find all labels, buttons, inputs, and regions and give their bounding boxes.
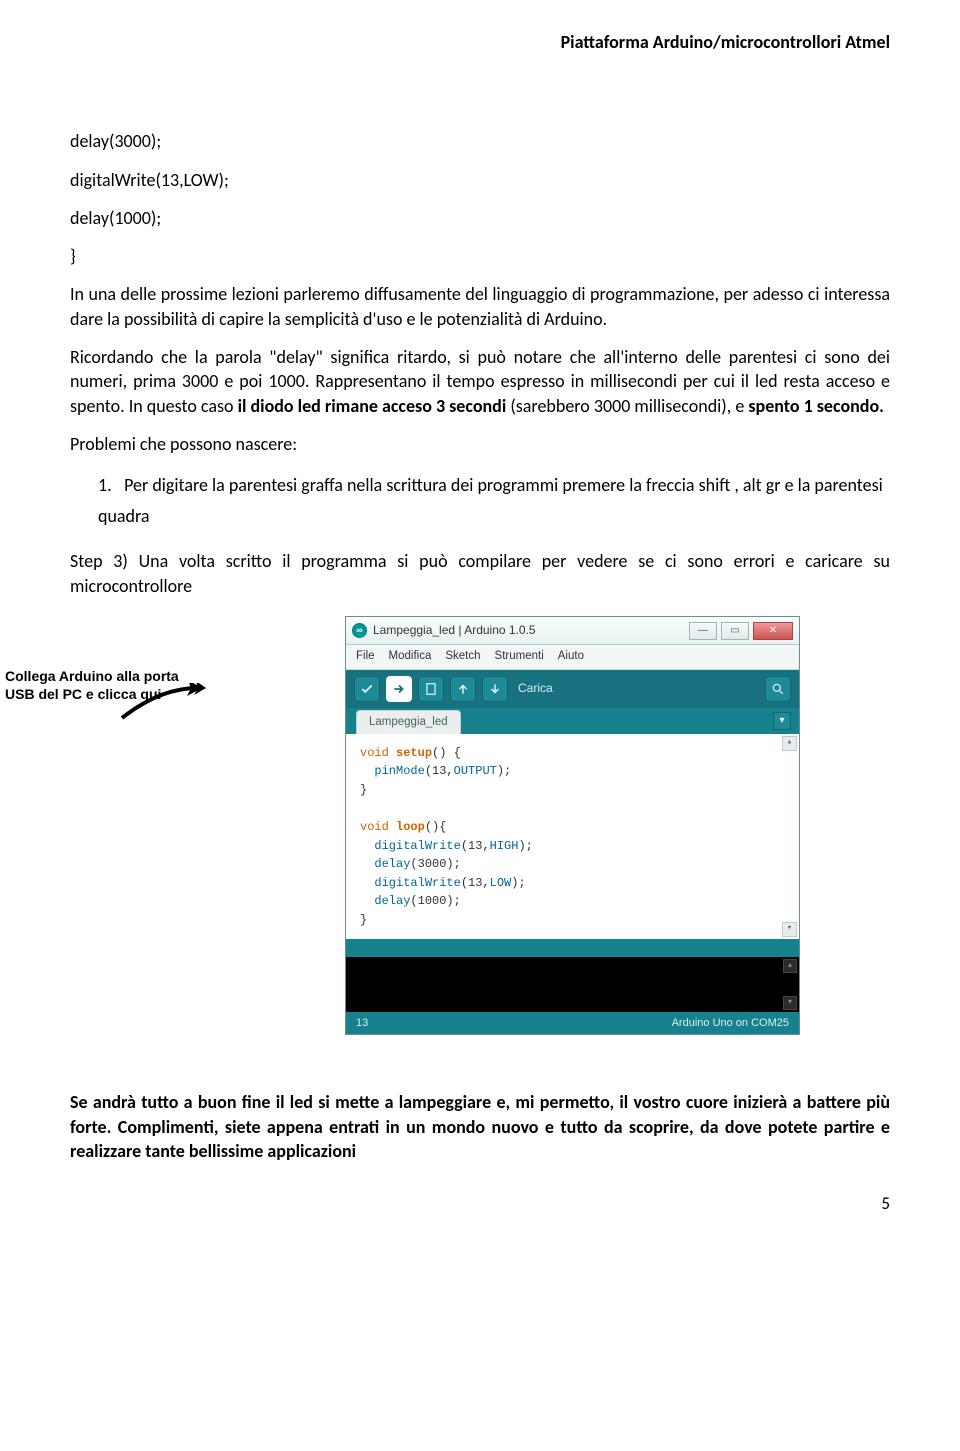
console-scroll-down[interactable]: ▾ (783, 996, 797, 1010)
paragraph-intro: In una delle prossime lezioni parleremo … (70, 282, 890, 331)
annotation-arrow (120, 683, 215, 723)
editor-scroll-down[interactable]: ▾ (782, 922, 797, 937)
status-left: 13 (356, 1016, 368, 1031)
closing-bold: Se andrà tutto a buon fine il led si met… (70, 1091, 890, 1162)
arduino-ide-window: ∞ Lampeggia_led | Arduino 1.0.5 — ▭ ✕ Fi… (345, 616, 800, 1035)
save-button[interactable] (482, 676, 508, 702)
console-output: ▴ ▾ (346, 957, 799, 1012)
code-line-digitalwrite-low: digitalWrite(13,LOW); (70, 168, 890, 192)
para2-bold-2: spento 1 secondo. (748, 395, 884, 417)
tab-bar: Lampeggia_led ▾ (346, 708, 799, 734)
close-button[interactable]: ✕ (753, 622, 793, 640)
page-header: Piattaforma Arduino/microcontrollori Atm… (70, 30, 890, 54)
menu-bar: File Modifica Sketch Strumenti Aiuto (346, 645, 799, 670)
editor-scroll-up[interactable]: ▴ (782, 736, 797, 751)
menu-tools[interactable]: Strumenti (495, 649, 544, 665)
para2-part-c: (sarebbero 3000 millisecondi), e (510, 395, 748, 417)
magnifier-icon (771, 682, 785, 696)
ide-screenshot-figure: Collega Arduino alla porta USB del PC e … (160, 616, 800, 1035)
message-bar (346, 939, 799, 957)
list-number: 1. (98, 470, 120, 501)
editor-content: void setup() { pinMode(13,OUTPUT); } voi… (360, 744, 787, 930)
code-editor[interactable]: ▴ void setup() { pinMode(13,OUTPUT); } v… (346, 734, 799, 939)
menu-sketch[interactable]: Sketch (445, 649, 480, 665)
para2-bold-1: il diodo led rimane acceso 3 secondi (238, 395, 507, 417)
new-button[interactable] (418, 676, 444, 702)
page-number: 5 (70, 1193, 890, 1216)
menu-file[interactable]: File (356, 649, 375, 665)
verify-button[interactable] (354, 676, 380, 702)
annotation-line-1: Collega Arduino alla porta (5, 668, 179, 684)
window-title: Lampeggia_led | Arduino 1.0.5 (373, 622, 689, 638)
annotation-callout: Collega Arduino alla porta USB del PC e … (5, 668, 215, 703)
status-right: Arduino Uno on COM25 (672, 1016, 789, 1031)
arrow-up-icon (456, 682, 470, 696)
sketch-tab[interactable]: Lampeggia_led (356, 710, 461, 734)
upload-label: Carica (518, 680, 553, 696)
tab-menu-button[interactable]: ▾ (773, 712, 791, 730)
arrow-down-icon (488, 682, 502, 696)
check-icon (360, 682, 374, 696)
upload-button[interactable] (386, 676, 412, 702)
arrow-right-icon (392, 682, 406, 696)
status-bar: 13 Arduino Uno on COM25 (346, 1012, 799, 1035)
step3-paragraph: Step 3) Una volta scritto il programma s… (70, 549, 890, 598)
closing-paragraph: Se andrà tutto a buon fine il led si met… (70, 1090, 890, 1163)
toolbar: Carica (346, 670, 799, 708)
menu-edit[interactable]: Modifica (389, 649, 432, 665)
window-titlebar: ∞ Lampeggia_led | Arduino 1.0.5 — ▭ ✕ (346, 617, 799, 645)
file-icon (424, 682, 438, 696)
open-button[interactable] (450, 676, 476, 702)
problem-list-item-1: 1. Per digitare la parentesi graffa nell… (70, 470, 890, 531)
code-line-brace: } (70, 244, 890, 268)
console-scroll-up[interactable]: ▴ (783, 959, 797, 973)
maximize-button[interactable]: ▭ (721, 622, 749, 640)
paragraph-delay-explain: Ricordando che la parola "delay" signifi… (70, 345, 890, 418)
serial-monitor-button[interactable] (765, 676, 791, 702)
arduino-logo-icon: ∞ (352, 623, 367, 638)
menu-help[interactable]: Aiuto (558, 649, 584, 665)
problems-title: Problemi che possono nascere: (70, 432, 890, 456)
code-line-delay3000: delay(3000); (70, 129, 890, 153)
list-text: Per digitare la parentesi graffa nella s… (98, 474, 883, 527)
minimize-button[interactable]: — (689, 622, 717, 640)
code-line-delay1000: delay(1000); (70, 206, 890, 230)
